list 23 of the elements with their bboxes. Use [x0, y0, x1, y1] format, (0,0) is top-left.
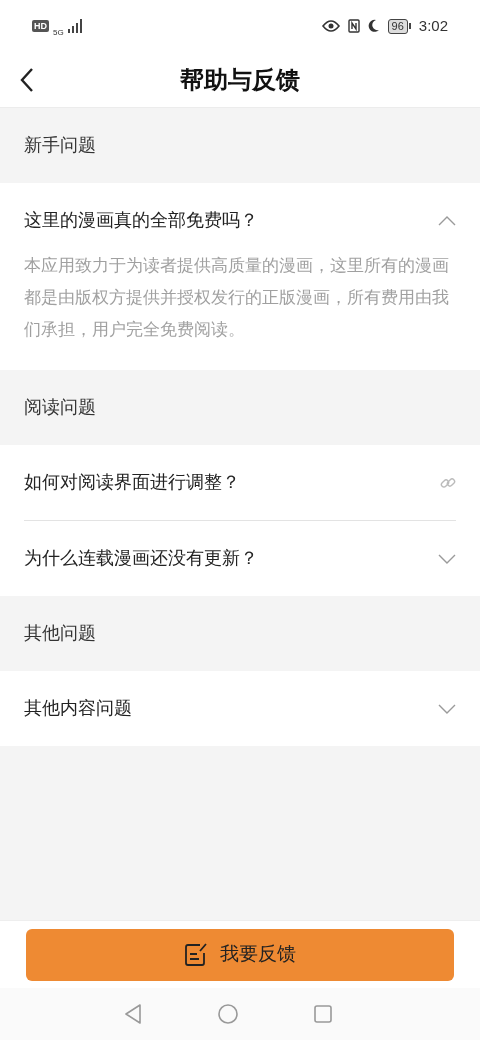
eye-icon: [321, 20, 340, 32]
question-row[interactable]: 为什么连载漫画还没有更新？: [0, 521, 480, 596]
feedback-button[interactable]: 我要反馈: [26, 928, 454, 981]
clock-text: 3:02: [418, 15, 448, 36]
nfc-icon: [347, 19, 360, 33]
battery-indicator: 96: [387, 18, 408, 34]
section-title: 新手问题: [24, 134, 96, 157]
question-row[interactable]: 这里的漫画真的全部免费吗？: [0, 183, 480, 258]
section-title: 阅读问题: [24, 396, 96, 419]
question-row[interactable]: 其他内容问题: [0, 671, 480, 746]
answer-text: 本应用致力于为读者提供高质量的漫画，这里所有的漫画都是由版权方提供并授权发行的正版漫画，所有费用由我们承担，用户完全免费阅读。: [23, 255, 450, 341]
nav-back-icon[interactable]: [124, 1004, 142, 1024]
back-icon[interactable]: [20, 67, 34, 92]
signal-icon: [67, 19, 84, 33]
hd-badge: HD: [32, 20, 49, 32]
section-title: 其他问题: [24, 622, 96, 645]
moon-icon: [367, 19, 380, 33]
question-row[interactable]: 如何对阅读界面进行调整？: [0, 445, 480, 520]
network-type-text: 5G: [53, 27, 64, 39]
page-title: 帮助与反馈: [180, 65, 300, 95]
nav-home-icon[interactable]: [218, 1004, 238, 1024]
nav-recents-icon[interactable]: [314, 1005, 332, 1023]
edit-note-icon: [184, 942, 208, 967]
